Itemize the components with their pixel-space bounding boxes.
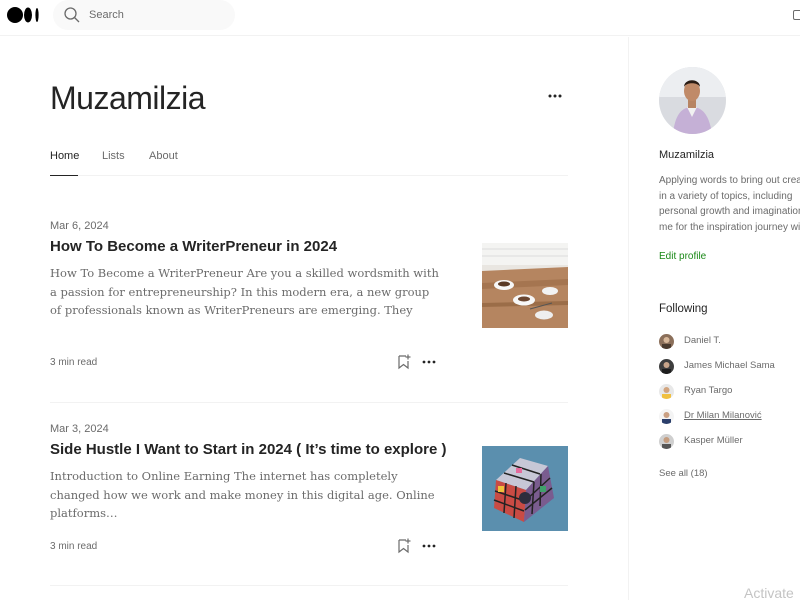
search-bar[interactable]: Search <box>53 0 235 30</box>
medium-logo-icon[interactable] <box>7 7 41 23</box>
article-read-time: 3 min read <box>50 541 98 552</box>
following-heading: Following <box>659 303 708 315</box>
following-name[interactable]: James Michael Sama <box>684 360 775 371</box>
tab-lists[interactable]: Lists <box>102 150 125 162</box>
article-title[interactable]: How To Become a WriterPreneur in 2024 <box>50 238 337 255</box>
avatar[interactable] <box>659 67 726 134</box>
article-date: Mar 3, 2024 <box>50 423 109 435</box>
following-name[interactable]: Ryan Targo <box>684 385 732 396</box>
following-name[interactable]: Kasper Müller <box>684 435 743 446</box>
more-horizontal-icon[interactable] <box>420 538 438 554</box>
avatar <box>659 434 674 449</box>
profile-bio: Applying words to bring out creativity i… <box>659 175 800 233</box>
article-date: Mar 6, 2024 <box>50 220 109 232</box>
following-name[interactable]: Daniel T. <box>684 335 721 346</box>
following-name[interactable]: Dr Milan Milanović <box>684 410 762 421</box>
edit-profile-link[interactable]: Edit profile <box>659 251 706 262</box>
coffee-cups-on-table-image[interactable] <box>482 243 568 328</box>
article-divider <box>50 402 568 403</box>
page-title: Muzamilzia <box>50 80 206 116</box>
tab-home[interactable]: Home <box>50 150 79 162</box>
more-horizontal-icon[interactable] <box>420 354 438 370</box>
article-title[interactable]: Side Hustle I Want to Start in 2024 ( It… <box>50 441 446 458</box>
article-read-time: 3 min read <box>50 357 98 368</box>
search-input[interactable]: Search <box>89 9 124 21</box>
activate-windows-watermark: Activate <box>744 585 794 600</box>
article-excerpt[interactable]: Introduction to Online Earning The inter… <box>50 467 440 523</box>
search-icon <box>64 7 80 23</box>
bookmark-add-icon[interactable] <box>396 354 412 370</box>
more-horizontal-icon[interactable] <box>545 88 565 104</box>
edit-icon[interactable] <box>793 10 800 20</box>
top-bar: Search <box>0 0 800 36</box>
avatar <box>659 409 674 424</box>
see-all-following-link[interactable]: See all (18) <box>659 468 708 479</box>
article-divider <box>50 585 568 586</box>
article-excerpt[interactable]: How To Become a WriterPreneur Are you a … <box>50 264 440 320</box>
bookmark-add-icon[interactable] <box>396 538 412 554</box>
avatar <box>659 359 674 374</box>
profile-name: Muzamilzia <box>659 149 715 161</box>
rubiks-cube-image[interactable] <box>482 446 568 531</box>
avatar <box>659 384 674 399</box>
profile-tabs: Home Lists About <box>50 150 568 176</box>
profile-sidebar: Muzamilzia Applying words to bring out c… <box>629 37 800 600</box>
avatar <box>659 334 674 349</box>
active-tab-indicator <box>50 175 78 176</box>
tab-about[interactable]: About <box>149 150 178 162</box>
